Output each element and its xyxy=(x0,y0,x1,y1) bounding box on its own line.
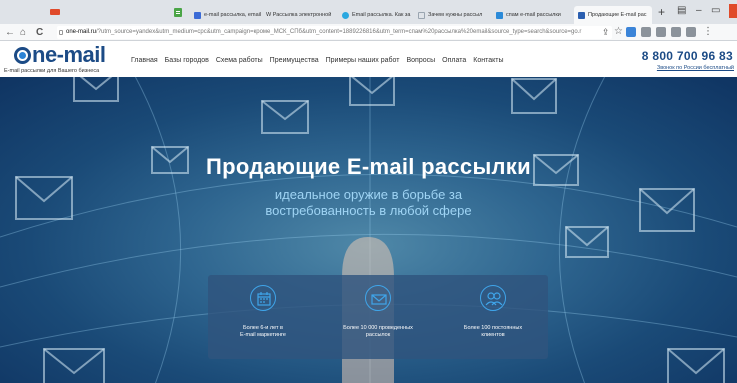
browser-tab[interactable]: e-mail рассылка, email xyxy=(190,6,262,24)
new-tab-button[interactable]: + xyxy=(658,4,665,20)
site-logo[interactable]: ne-mail xyxy=(14,42,106,67)
site-header: ne-mail E-mail рассылки для Вашего бизне… xyxy=(0,41,737,77)
home-button[interactable]: ⌂ xyxy=(20,26,26,39)
menu-icon[interactable]: ⋮ xyxy=(703,25,713,38)
spreadsheet-icon[interactable] xyxy=(174,8,182,17)
close-window-button[interactable] xyxy=(729,4,737,18)
browser-tab-active[interactable]: Продающие E-mail рас xyxy=(574,6,652,24)
url-host: one-mail.ru xyxy=(66,29,97,35)
envelope-icon xyxy=(667,348,725,383)
logo-mark-icon xyxy=(14,47,31,64)
tab-label: спам e-mail рассылки xyxy=(506,12,561,18)
browser-tab[interactable]: W Рассылка электронной xyxy=(262,6,338,24)
envelope-icon xyxy=(565,226,609,258)
nav-item-examples[interactable]: Примеры наших работ xyxy=(326,57,400,64)
hero-banner: Продающие E-mail рассылки идеальное оруж… xyxy=(0,77,737,383)
tab-favicon-icon xyxy=(194,11,201,19)
logo-text: ne-mail xyxy=(32,42,106,67)
nav-item-faq[interactable]: Вопросы xyxy=(407,57,436,64)
stat-label: Более 10 000 проведенных рассылок xyxy=(323,325,433,339)
hero-subtitle: идеальное оружие в борьбе за востребован… xyxy=(0,187,737,219)
calendar-icon xyxy=(250,285,276,311)
stat-mailings: Более 10 000 проведенных рассылок xyxy=(323,285,433,339)
reload-button[interactable]: C xyxy=(36,26,43,39)
nav-item-advantages[interactable]: Преимущества xyxy=(270,57,319,64)
logo-tagline: E-mail рассылки для Вашего бизнеса xyxy=(4,68,100,74)
bookmark-star-icon[interactable]: ☆ xyxy=(614,25,623,38)
tab-label: Зачем нужны рассыл xyxy=(428,12,483,18)
browser-tab[interactable]: Email рассылка. Как за xyxy=(338,6,414,24)
extension-icon[interactable] xyxy=(626,27,636,37)
browser-menu-icon[interactable] xyxy=(50,9,60,15)
url-path: /?utm_source=yandex&utm_medium=cpc&utm_c… xyxy=(96,29,582,35)
stat-label-line: Более 10 000 проведенных xyxy=(343,325,413,331)
nav-item-city-bases[interactable]: Базы городов xyxy=(165,57,209,64)
nav-item-payment[interactable]: Оплата xyxy=(442,57,466,64)
stat-label-line: Более 100 постоянных xyxy=(463,325,523,331)
hero-title: Продающие E-mail рассылки xyxy=(206,154,531,179)
extension-icon[interactable] xyxy=(641,27,651,37)
browser-tab[interactable]: Зачем нужны рассыл xyxy=(414,6,492,24)
stat-label-line: Более 6-и лет в xyxy=(243,325,283,331)
stat-label-line: E-mail маркетинге xyxy=(240,332,286,338)
stat-clients: Более 100 постоянных клиентов xyxy=(438,285,548,339)
back-button[interactable]: ← xyxy=(5,26,15,39)
envelope-icon xyxy=(73,77,119,102)
hero-subtitle-line: востребованность в любой сфере xyxy=(265,203,472,218)
tab-label: Продающие E-mail рас xyxy=(588,12,647,18)
main-navigation: Главная Базы городов Схема работы Преиму… xyxy=(131,57,504,64)
tab-favicon-icon xyxy=(342,11,349,19)
tab-label: e-mail рассылка, email xyxy=(204,12,262,18)
stat-label: Более 6-и лет в E-mail маркетинге xyxy=(208,325,318,339)
envelope-icon xyxy=(261,100,309,134)
stat-experience: Более 6-и лет в E-mail маркетинге xyxy=(208,285,318,339)
extension-icon[interactable] xyxy=(671,27,681,37)
envelope-icon xyxy=(365,285,391,311)
restore-button[interactable]: ▭ xyxy=(711,4,720,18)
phone-note[interactable]: Звонок по России бесплатный xyxy=(657,65,734,71)
envelope-icon xyxy=(43,348,105,383)
extension-icon[interactable] xyxy=(656,27,666,37)
nav-item-workflow[interactable]: Схема работы xyxy=(216,57,263,64)
browser-tab[interactable]: спам e-mail рассылки xyxy=(492,6,572,24)
address-bar-row: ← ⌂ C one-mail.ru/?utm_source=yandex&utm… xyxy=(0,24,737,41)
tab-label: Email рассылка. Как за xyxy=(352,12,411,18)
share-icon[interactable]: ⇪ xyxy=(602,26,610,39)
stat-label-line: рассылок xyxy=(365,332,391,338)
nav-item-home[interactable]: Главная xyxy=(131,57,158,64)
tab-label: W Рассылка электронной xyxy=(266,12,332,18)
tab-favicon-icon xyxy=(496,11,503,19)
envelope-icon xyxy=(511,78,557,114)
extension-icon[interactable] xyxy=(686,27,696,37)
browser-tab-strip: e-mail рассылка, email W Рассылка электр… xyxy=(0,0,737,24)
minimize-button[interactable]: – xyxy=(696,4,702,18)
url-input[interactable]: one-mail.ru/?utm_source=yandex&utm_mediu… xyxy=(57,26,612,39)
stat-label-line: клиентов xyxy=(481,332,505,338)
hero-subtitle-line: идеальное оружие в борьбе за xyxy=(274,187,463,202)
phone-number[interactable]: 8 800 700 96 83 xyxy=(642,49,733,63)
tab-favicon-icon xyxy=(418,11,425,19)
tabs-menu-icon[interactable]: ▤ xyxy=(677,4,686,18)
page-info-icon[interactable] xyxy=(59,30,63,35)
envelope-icon xyxy=(349,77,395,106)
nav-item-contacts[interactable]: Контакты xyxy=(473,57,503,64)
tab-favicon-icon xyxy=(578,11,585,19)
stats-panel: Более 6-и лет в E-mail маркетинге Более … xyxy=(208,275,548,359)
stat-label: Более 100 постоянных клиентов xyxy=(438,325,548,339)
clients-icon xyxy=(480,285,506,311)
